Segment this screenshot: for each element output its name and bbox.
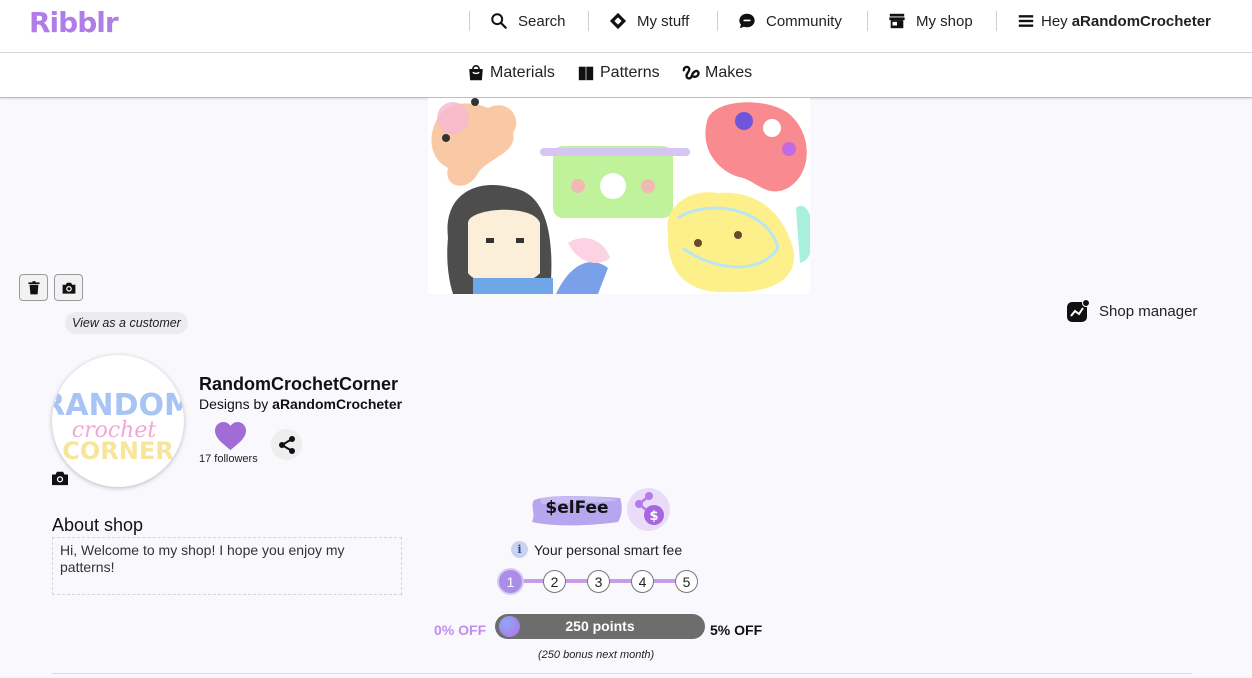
camera-icon[interactable] <box>51 470 69 486</box>
user-menu[interactable]: Hey aRandomCrocheter <box>1017 0 1211 42</box>
username: aRandomCrocheter <box>1071 12 1211 30</box>
shop-avatar: RANDOM crochet CORNER <box>52 355 184 487</box>
nav-search[interactable]: Search <box>490 0 566 42</box>
nav-divider <box>469 11 470 31</box>
hamburger-icon <box>1018 15 1034 27</box>
upload-banner-button[interactable] <box>54 274 83 301</box>
subnav-patterns-label: Patterns <box>600 64 660 81</box>
subnav-makes-label: Makes <box>705 64 753 81</box>
section-divider <box>52 673 1192 674</box>
about-shop-text[interactable]: Hi, Welcome to my shop! I hope you enjoy… <box>52 537 402 595</box>
points-progress-bar: 250 points <box>495 614 705 639</box>
greeting-prefix: Hey <box>1041 12 1068 30</box>
info-icon[interactable]: i <box>511 541 528 558</box>
store-icon <box>889 13 905 29</box>
step-3: 3 <box>587 570 610 593</box>
secondary-nav: Materials Patterns Makes <box>0 53 1252 98</box>
step-4: 4 <box>631 570 654 593</box>
logo-word-3: CORNER <box>62 437 173 465</box>
ribblr-logo[interactable]: Ribblr <box>29 6 119 39</box>
followers-count: 17 followers <box>199 453 258 465</box>
top-header: Ribblr Search My stuff Community My shop… <box>0 0 1252 53</box>
smart-fee-caption: i Your personal smart fee <box>511 541 682 558</box>
chart-icon <box>1067 299 1090 322</box>
designs-by-prefix: Designs by <box>199 396 269 412</box>
delete-banner-button[interactable] <box>19 274 48 301</box>
shop-logo-image: RANDOM crochet CORNER <box>52 388 184 465</box>
shop-name: RandomCrochetCorner <box>199 374 399 394</box>
chat-bubble-icon <box>739 13 755 29</box>
banner-illustration <box>428 98 810 294</box>
share-button[interactable] <box>271 429 302 460</box>
designer-credit: Designs by aRandomCrocheter <box>199 396 402 412</box>
nav-my-shop-label: My shop <box>916 12 973 30</box>
subnav-materials-label: Materials <box>490 64 555 81</box>
smart-fee-label: Your personal smart fee <box>534 541 683 558</box>
nav-divider <box>588 11 589 31</box>
subnav-materials[interactable]: Materials <box>467 64 555 82</box>
bag-icon <box>469 64 483 81</box>
svg-text:$: $ <box>649 509 658 524</box>
nav-divider <box>717 11 718 31</box>
view-as-customer-toggle[interactable]: View as a customer <box>65 312 188 334</box>
diamond-icon <box>609 12 627 30</box>
subnav-patterns[interactable]: Patterns <box>577 64 660 82</box>
step-1: 1 <box>499 570 522 593</box>
nav-my-stuff-label: My stuff <box>637 12 690 30</box>
search-icon <box>491 13 507 29</box>
points-label: 250 points <box>565 618 635 634</box>
min-discount-label: 0% OFF <box>434 622 487 638</box>
camera-icon <box>62 282 75 294</box>
designer-name[interactable]: aRandomCrocheter <box>272 396 402 412</box>
step-2: 2 <box>543 570 566 593</box>
selfee-logo: $elFee <box>545 498 609 518</box>
shop-banner-image <box>428 98 810 294</box>
bonus-note: (250 bonus next month) <box>538 649 655 661</box>
trash-icon <box>27 280 40 294</box>
nav-my-shop[interactable]: My shop <box>888 0 973 42</box>
nav-community[interactable]: Community <box>738 0 842 42</box>
nav-my-stuff[interactable]: My stuff <box>609 0 689 42</box>
book-icon <box>578 66 594 81</box>
max-discount-label: 5% OFF <box>710 622 763 638</box>
subnav-makes[interactable]: Makes <box>682 64 752 82</box>
about-shop-heading: About shop <box>52 515 144 535</box>
share-icon <box>278 435 295 454</box>
nav-divider <box>996 11 997 31</box>
step-5: 5 <box>675 570 698 593</box>
heart-icon[interactable] <box>214 421 247 451</box>
selfee-share-dollar-icon: $ <box>627 488 670 531</box>
nav-search-label: Search <box>518 12 566 30</box>
shop-manager-link[interactable]: Shop manager <box>1066 299 1197 323</box>
yarn-loop-icon <box>682 65 700 80</box>
nav-divider <box>867 11 868 31</box>
nav-community-label: Community <box>766 12 842 30</box>
shop-manager-label: Shop manager <box>1099 302 1198 320</box>
